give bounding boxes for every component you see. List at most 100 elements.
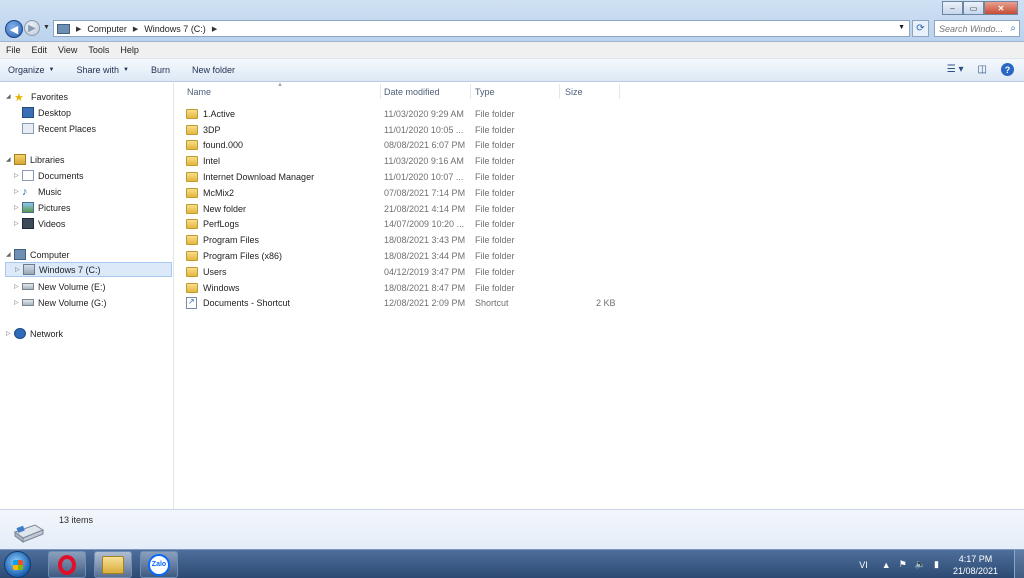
breadcrumb-computer[interactable]: Computer — [87, 24, 127, 34]
file-name-cell[interactable]: McMix2 — [186, 185, 234, 200]
nav-network[interactable]: ▷ Network — [6, 326, 63, 341]
refresh-button[interactable]: ⟳ — [912, 20, 929, 37]
nav-computer[interactable]: ◢ Computer — [6, 247, 70, 262]
close-button[interactable]: ✕ — [984, 1, 1018, 15]
file-date: 18/08/2021 3:43 PM — [384, 234, 466, 245]
menu-tools[interactable]: Tools — [88, 45, 109, 55]
collapsed-triangle-icon[interactable]: ▷ — [14, 283, 22, 290]
forward-button[interactable]: ▶ — [24, 20, 40, 36]
column-header-size[interactable]: Size — [565, 84, 615, 99]
folder-icon — [186, 124, 198, 135]
search-icon[interactable]: ⌕ — [1010, 23, 1016, 34]
start-button[interactable] — [4, 551, 31, 578]
nav-pictures[interactable]: ▷ Pictures — [14, 200, 71, 215]
computer-icon — [57, 23, 70, 34]
file-name-cell[interactable]: Internet Download Manager — [186, 169, 314, 184]
language-indicator[interactable]: VI — [859, 560, 868, 570]
drive-icon — [22, 283, 34, 290]
nav-music-label: Music — [38, 186, 62, 197]
file-name-cell[interactable]: 3DP — [186, 122, 221, 137]
file-name-cell[interactable]: Program Files — [186, 232, 259, 247]
file-name-cell[interactable]: Documents - Shortcut — [186, 295, 290, 310]
nav-desktop[interactable]: Desktop — [22, 105, 71, 120]
menu-help[interactable]: Help — [120, 45, 139, 55]
maximize-button[interactable]: ▭ — [963, 1, 984, 15]
file-name-cell[interactable]: Intel — [186, 153, 220, 168]
column-divider[interactable] — [619, 84, 620, 99]
taskbar-explorer[interactable] — [94, 551, 132, 578]
search-input[interactable] — [939, 23, 1009, 34]
file-name-cell[interactable]: Program Files (x86) — [186, 248, 282, 263]
share-with-button[interactable]: Share with ▼ — [76, 65, 128, 75]
collapsed-triangle-icon[interactable]: ▷ — [15, 266, 23, 273]
nav-libraries[interactable]: ◢ Libraries — [6, 152, 65, 167]
nav-drive-c[interactable]: ▷ Windows 7 (C:) — [5, 262, 172, 277]
collapsed-triangle-icon[interactable]: ▷ — [14, 188, 22, 195]
menu-file[interactable]: File — [6, 45, 21, 55]
expanded-triangle-icon[interactable]: ◢ — [6, 156, 14, 163]
help-icon[interactable]: ? — [1001, 63, 1014, 76]
breadcrumb-drive-c[interactable]: Windows 7 (C:) — [144, 24, 206, 34]
column-date-label: Date modified — [384, 86, 440, 97]
minimize-button[interactable]: – — [942, 1, 963, 15]
collapsed-triangle-icon[interactable]: ▷ — [14, 204, 22, 211]
file-name-cell[interactable]: found.000 — [186, 137, 243, 152]
clock[interactable]: 4:17 PM 21/08/2021 — [953, 553, 998, 577]
file-name: Program Files (x86) — [203, 250, 283, 261]
nav-documents[interactable]: ▷ Documents — [14, 168, 84, 183]
search-box[interactable]: ⌕ — [934, 20, 1020, 37]
nav-network-label: Network — [30, 328, 64, 339]
file-date: 04/12/2019 3:47 PM — [384, 266, 466, 277]
file-name-cell[interactable]: Windows — [186, 280, 240, 295]
star-icon: ★ — [14, 92, 24, 104]
menu-view[interactable]: View — [58, 45, 77, 55]
column-divider[interactable] — [559, 84, 560, 99]
collapsed-triangle-icon[interactable]: ▷ — [14, 299, 22, 306]
volume-icon[interactable]: 🔈 — [915, 559, 926, 570]
file-date: 11/03/2020 9:16 AM — [384, 155, 464, 166]
file-type: File folder — [475, 266, 515, 277]
column-header-name[interactable]: Name — [187, 84, 377, 99]
nav-drive-g[interactable]: ▷ New Volume (G:) — [14, 295, 107, 310]
clock-time: 4:17 PM — [958, 553, 993, 564]
file-name-cell[interactable]: PerfLogs — [186, 216, 239, 231]
collapsed-triangle-icon[interactable]: ▷ — [14, 220, 22, 227]
new-folder-button[interactable]: New folder — [192, 65, 235, 75]
recent-pages-dropdown[interactable]: ▼ — [43, 24, 50, 31]
show-hidden-icons-icon[interactable]: ▲ — [882, 560, 891, 570]
chevron-down-icon: ▼ — [123, 67, 129, 73]
collapsed-triangle-icon[interactable]: ▷ — [14, 172, 22, 179]
folder-icon — [186, 250, 198, 261]
column-header-date[interactable]: Date modified — [384, 84, 469, 99]
burn-button[interactable]: Burn — [151, 65, 170, 75]
nav-drive-e[interactable]: ▷ New Volume (E:) — [14, 279, 106, 294]
address-bar[interactable]: ▶ Computer ▶ Windows 7 (C:) ▶ ▼ — [53, 20, 910, 37]
menu-edit[interactable]: Edit — [32, 45, 48, 55]
collapsed-triangle-icon[interactable]: ▷ — [6, 330, 14, 337]
file-name-cell[interactable]: New folder — [186, 201, 246, 216]
taskbar-zalo[interactable]: Zalo — [140, 551, 178, 578]
preview-pane-icon[interactable]: ◫ — [978, 64, 987, 75]
column-divider[interactable] — [470, 84, 471, 99]
folder-icon — [186, 155, 198, 166]
expanded-triangle-icon[interactable]: ◢ — [6, 251, 14, 258]
file-name-cell[interactable]: 1.Active — [186, 106, 235, 121]
network-signal-icon[interactable]: ▮ — [934, 559, 939, 570]
taskbar-opera[interactable] — [48, 551, 86, 578]
address-dropdown-icon[interactable]: ▼ — [898, 24, 905, 31]
show-desktop-button[interactable] — [1014, 550, 1024, 578]
nav-videos[interactable]: ▷ Videos — [14, 216, 65, 231]
column-divider[interactable] — [380, 84, 381, 99]
nav-recent-places-label: Recent Places — [38, 123, 97, 134]
file-name: Intel — [203, 155, 221, 166]
nav-favorites[interactable]: ◢ ★ Favorites — [6, 89, 68, 105]
file-name-cell[interactable]: Users — [186, 264, 227, 279]
nav-music[interactable]: ▷ ♪ Music — [14, 184, 62, 199]
column-header-type[interactable]: Type — [475, 84, 555, 99]
organize-button[interactable]: Organize ▼ — [8, 65, 54, 75]
back-button[interactable]: ◀ — [5, 20, 23, 38]
expanded-triangle-icon[interactable]: ◢ — [6, 93, 14, 100]
nav-recent-places[interactable]: Recent Places — [22, 121, 96, 136]
action-center-flag-icon[interactable]: ⚑ — [899, 559, 907, 570]
view-options-icon[interactable]: ☰ ▾ — [947, 64, 964, 75]
